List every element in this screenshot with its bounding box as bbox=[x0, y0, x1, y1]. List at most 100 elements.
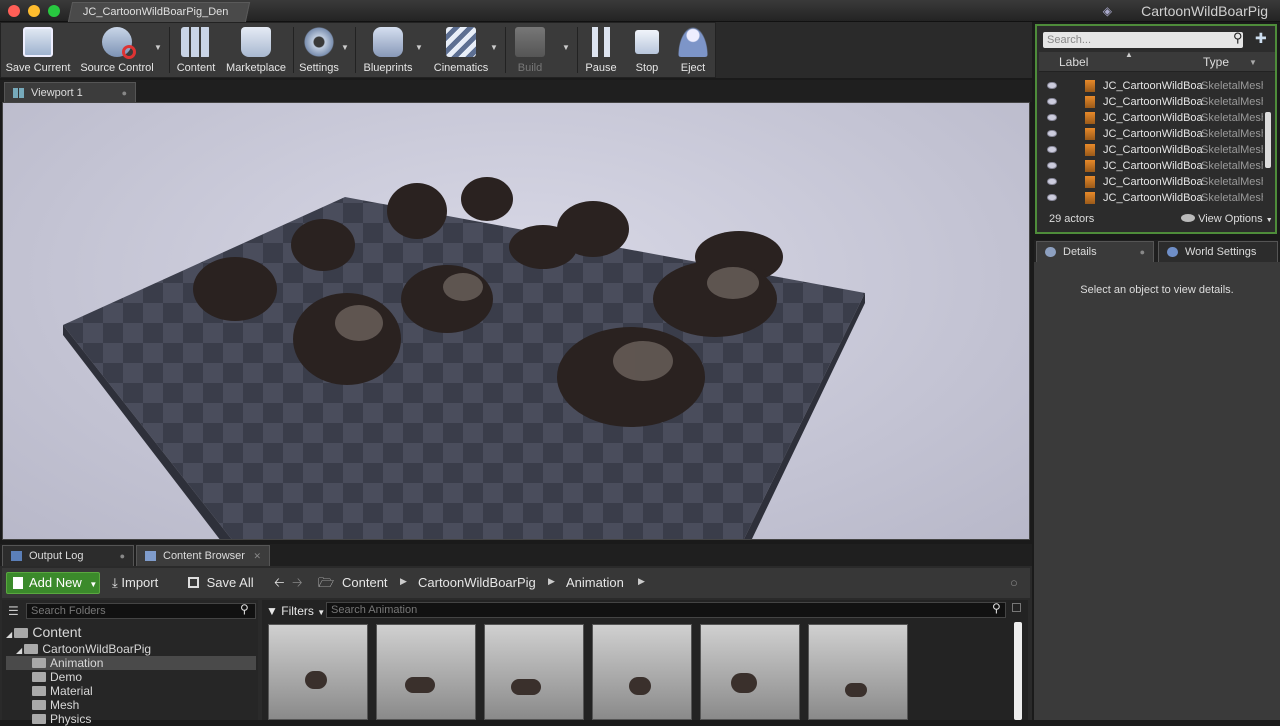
settings-button[interactable]: Settings bbox=[297, 23, 341, 77]
lock-icon[interactable]: ○ bbox=[1010, 572, 1018, 594]
breadcrumb-cartoonwildboarpig[interactable]: CartoonWildBoarPig bbox=[418, 572, 536, 594]
tab-content-browser[interactable]: Content Browser ✕ bbox=[136, 545, 270, 566]
tab-viewport-1[interactable]: Viewport 1 ● bbox=[4, 82, 136, 103]
outliner-row[interactable]: JC_CartoonWildBoarPigSkeletalMeshActor bbox=[1039, 158, 1263, 174]
view-options-button[interactable]: View Options ▼ bbox=[1181, 213, 1273, 225]
save-all-button[interactable]: Save All bbox=[188, 572, 254, 594]
build-dropdown-icon[interactable]: ▼ bbox=[562, 43, 570, 52]
folder-mesh[interactable]: Mesh bbox=[32, 698, 79, 712]
search-icon[interactable]: ⚲ bbox=[992, 601, 1001, 615]
folder-tree-toggle-icon[interactable]: ☰ bbox=[8, 604, 19, 618]
stop-button[interactable]: Stop bbox=[627, 23, 667, 77]
outliner-row[interactable]: JC_CartoonWildBoarPigSkeletalMeshActor bbox=[1039, 190, 1263, 206]
cinematics-dropdown-icon[interactable]: ▼ bbox=[490, 43, 498, 52]
source-control-dropdown-icon[interactable]: ▼ bbox=[154, 43, 162, 52]
breadcrumb-animation[interactable]: Animation bbox=[566, 572, 624, 594]
chevron-right-icon[interactable]: ▶ bbox=[638, 576, 645, 587]
search-icon[interactable]: ⚲ bbox=[1233, 30, 1243, 46]
add-new-button[interactable]: Add New ▼ bbox=[6, 572, 100, 594]
tab-output-log-label: Output Log bbox=[29, 550, 84, 562]
search-icon[interactable]: ⚲ bbox=[240, 602, 249, 616]
actor-type: SkeletalMeshActor bbox=[1201, 144, 1263, 156]
close-window-button[interactable] bbox=[8, 5, 20, 17]
cinematics-clapper-icon bbox=[446, 27, 476, 57]
minimize-window-button[interactable] bbox=[28, 5, 40, 17]
close-icon[interactable]: ● bbox=[122, 83, 127, 103]
eject-button[interactable]: Eject bbox=[673, 23, 713, 77]
save-current-label: Save Current bbox=[5, 62, 71, 74]
close-icon[interactable]: ● bbox=[120, 546, 125, 566]
asset-thumbnail[interactable] bbox=[484, 624, 584, 720]
folder-content[interactable]: ◢ Content bbox=[6, 624, 81, 640]
save-icon bbox=[23, 27, 53, 57]
content-label: Content bbox=[176, 62, 216, 74]
save-search-icon[interactable] bbox=[1012, 603, 1021, 612]
outliner-scrollbar[interactable] bbox=[1265, 112, 1271, 168]
actor-type: SkeletalMeshActor bbox=[1201, 128, 1263, 140]
visibility-eye-icon[interactable] bbox=[1047, 114, 1057, 121]
folder-physics[interactable]: Physics bbox=[32, 712, 91, 726]
pause-button[interactable]: Pause bbox=[581, 23, 621, 77]
blueprints-button[interactable]: Blueprints bbox=[359, 23, 417, 77]
save-current-button[interactable]: Save Current bbox=[5, 23, 71, 77]
maximize-window-button[interactable] bbox=[48, 5, 60, 17]
asset-view-scrollbar[interactable] bbox=[1014, 622, 1022, 720]
asset-thumbnail[interactable] bbox=[808, 624, 908, 720]
boar-thumbnail-icon bbox=[731, 673, 757, 693]
outliner-row[interactable]: JC_CartoonWildBoarPigSkeletalMeshActor bbox=[1039, 142, 1263, 158]
visibility-eye-icon[interactable] bbox=[1047, 162, 1057, 169]
build-button[interactable]: Build bbox=[509, 23, 551, 77]
chevron-down-icon[interactable]: ▼ bbox=[1249, 58, 1257, 67]
search-assets-input[interactable]: Search Animation bbox=[326, 602, 1006, 618]
asset-thumbnail[interactable] bbox=[376, 624, 476, 720]
close-icon[interactable]: ✕ bbox=[253, 546, 261, 566]
outliner-search-input[interactable]: Search... bbox=[1043, 32, 1243, 48]
settings-dropdown-icon[interactable]: ▼ bbox=[341, 43, 349, 52]
visibility-eye-icon[interactable] bbox=[1047, 82, 1057, 89]
tab-world-settings[interactable]: World Settings bbox=[1158, 241, 1278, 262]
content-button[interactable]: Content bbox=[173, 23, 219, 77]
folder-animation[interactable]: Animation bbox=[6, 656, 256, 670]
level-viewport[interactable] bbox=[2, 102, 1030, 540]
label-column-header[interactable]: Label bbox=[1059, 55, 1088, 69]
tab-details[interactable]: Details ● bbox=[1036, 241, 1154, 262]
blueprints-dropdown-icon[interactable]: ▼ bbox=[415, 43, 423, 52]
back-arrow-icon[interactable]: 🡠 bbox=[274, 572, 285, 594]
visibility-eye-icon[interactable] bbox=[1047, 146, 1057, 153]
source-control-button[interactable]: Source Control bbox=[77, 23, 157, 77]
chevron-down-icon: ▼ bbox=[317, 608, 326, 617]
close-icon[interactable]: ● bbox=[1140, 242, 1145, 262]
search-folders-input[interactable]: Search Folders bbox=[26, 603, 256, 619]
tab-output-log[interactable]: Output Log ● bbox=[2, 545, 134, 566]
outliner-row[interactable]: JC_CartoonWildBoarPigSkeletalMeshActor bbox=[1039, 94, 1263, 110]
breadcrumb-content[interactable]: Content bbox=[342, 572, 388, 594]
marketplace-button[interactable]: Marketplace bbox=[223, 23, 289, 77]
visibility-eye-icon[interactable] bbox=[1047, 194, 1057, 201]
cinematics-button[interactable]: Cinematics bbox=[429, 23, 493, 77]
viewport-icon bbox=[13, 88, 24, 98]
folder-material[interactable]: Material bbox=[32, 684, 93, 698]
chevron-right-icon[interactable]: ▶ bbox=[400, 576, 407, 587]
forward-arrow-icon[interactable]: 🡢 bbox=[292, 572, 303, 594]
type-column-header[interactable]: Type bbox=[1203, 55, 1229, 69]
visibility-eye-icon[interactable] bbox=[1047, 130, 1057, 137]
filters-button[interactable]: ▼ Filters ▼ bbox=[266, 602, 325, 620]
asset-thumbnail[interactable] bbox=[592, 624, 692, 720]
asset-thumbnail[interactable] bbox=[700, 624, 800, 720]
level-document-tab[interactable]: JC_CartoonWildBoarPig_Den bbox=[67, 2, 251, 22]
asset-thumbnail[interactable] bbox=[268, 624, 368, 720]
visibility-eye-icon[interactable] bbox=[1047, 178, 1057, 185]
outliner-row[interactable]: JC_CartoonWildBoarPigSkeletalMeshActor bbox=[1039, 110, 1263, 126]
add-actor-icon[interactable]: ✚ bbox=[1255, 30, 1271, 46]
folder-demo[interactable]: Demo bbox=[32, 670, 82, 684]
outliner-row[interactable]: JC_CartoonWildBoarPigSkeletalMeshActor bbox=[1039, 174, 1263, 190]
sort-ascending-icon: ▲ bbox=[1125, 50, 1133, 59]
folder-cartoonwildboarpig[interactable]: ◢ CartoonWildBoarPig bbox=[16, 642, 151, 656]
actor-name: JC_CartoonWildBoarPig bbox=[1103, 112, 1203, 124]
visibility-eye-icon[interactable] bbox=[1047, 98, 1057, 105]
import-button[interactable]: ⤓ Import bbox=[112, 572, 158, 594]
chevron-right-icon[interactable]: ▶ bbox=[548, 576, 555, 587]
settings-label: Settings bbox=[299, 62, 339, 74]
outliner-row[interactable]: JC_CartoonWildBoarPigSkeletalMeshActor bbox=[1039, 78, 1263, 94]
outliner-row[interactable]: JC_CartoonWildBoarPigSkeletalMeshActor bbox=[1039, 126, 1263, 142]
